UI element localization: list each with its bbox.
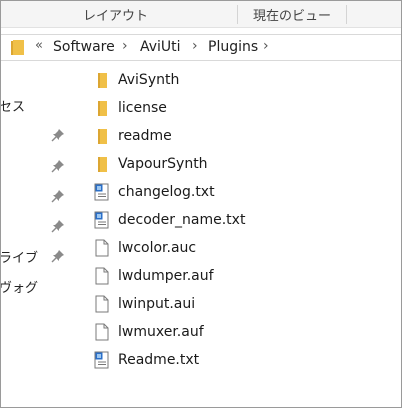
pin-icon[interactable] [51,219,65,233]
file-row[interactable]: lwinput.aui [93,291,353,317]
file-name: VapourSynth [118,156,208,172]
file-row[interactable]: lwdumper.auf [93,263,353,289]
overflow-chevron-icon[interactable]: « [35,38,43,53]
chevron-right-icon[interactable]: › [122,38,128,54]
address-bar[interactable]: « Software › AviUti › Plugins › [1,34,401,61]
file-name: lwdumper.auf [118,268,214,284]
folder-icon [93,155,111,173]
folder-icon [11,40,24,55]
nav-item-log[interactable]: ヴォグ [1,277,38,296]
file-row[interactable]: changelog.txt [93,179,353,205]
file-name: lwmuxer.auf [118,324,204,340]
file-name: lwcolor.auc [118,240,197,256]
nav-item-drive[interactable]: ライブ [1,247,38,266]
file-name: license [118,100,167,116]
file-name: lwinput.aui [118,296,196,312]
navigation-pane: セス ライブ ヴォグ [1,62,81,407]
file-icon [93,239,111,257]
file-row[interactable]: AviSynth [93,67,353,93]
chevron-right-icon[interactable]: › [192,38,198,54]
breadcrumb-aviuti[interactable]: AviUti [140,39,181,55]
file-row[interactable]: decoder_name.txt [93,207,353,233]
pin-icon[interactable] [51,128,65,142]
ribbon-tabs: レイアウト 現在のビュー [1,1,401,28]
file-row[interactable]: license [93,95,353,121]
ribbon-divider [237,5,238,24]
file-row[interactable]: Readme.txt [93,347,353,373]
tab-current-view[interactable]: 現在のビュー [253,5,331,24]
breadcrumb-software[interactable]: Software [53,39,115,55]
file-row[interactable]: lwcolor.auc [93,235,353,261]
pin-icon[interactable] [51,249,65,263]
tab-layout[interactable]: レイアウト [83,5,148,24]
file-name: readme [118,128,172,144]
file-row[interactable]: VapourSynth [93,151,353,177]
chevron-right-icon[interactable]: › [263,38,269,54]
file-name: AviSynth [118,72,180,88]
file-icon [93,295,111,313]
folder-icon [93,99,111,117]
ribbon-divider [346,5,347,24]
text-file-icon [93,211,111,229]
text-file-icon [93,183,111,201]
file-icon [93,267,111,285]
file-name: changelog.txt [118,184,215,200]
file-name: decoder_name.txt [118,212,246,228]
folder-icon [93,127,111,145]
pin-icon[interactable] [51,159,65,173]
explorer-window: レイアウト 現在のビュー « Software › AviUti › Plugi… [0,0,402,408]
file-icon [93,323,111,341]
file-row[interactable]: readme [93,123,353,149]
nav-item-access[interactable]: セス [1,96,25,115]
folder-icon [93,71,111,89]
breadcrumb-plugins[interactable]: Plugins [208,39,258,55]
pin-icon[interactable] [51,189,65,203]
file-name: Readme.txt [118,352,200,368]
file-row[interactable]: lwmuxer.auf [93,319,353,345]
text-file-icon [93,351,111,369]
